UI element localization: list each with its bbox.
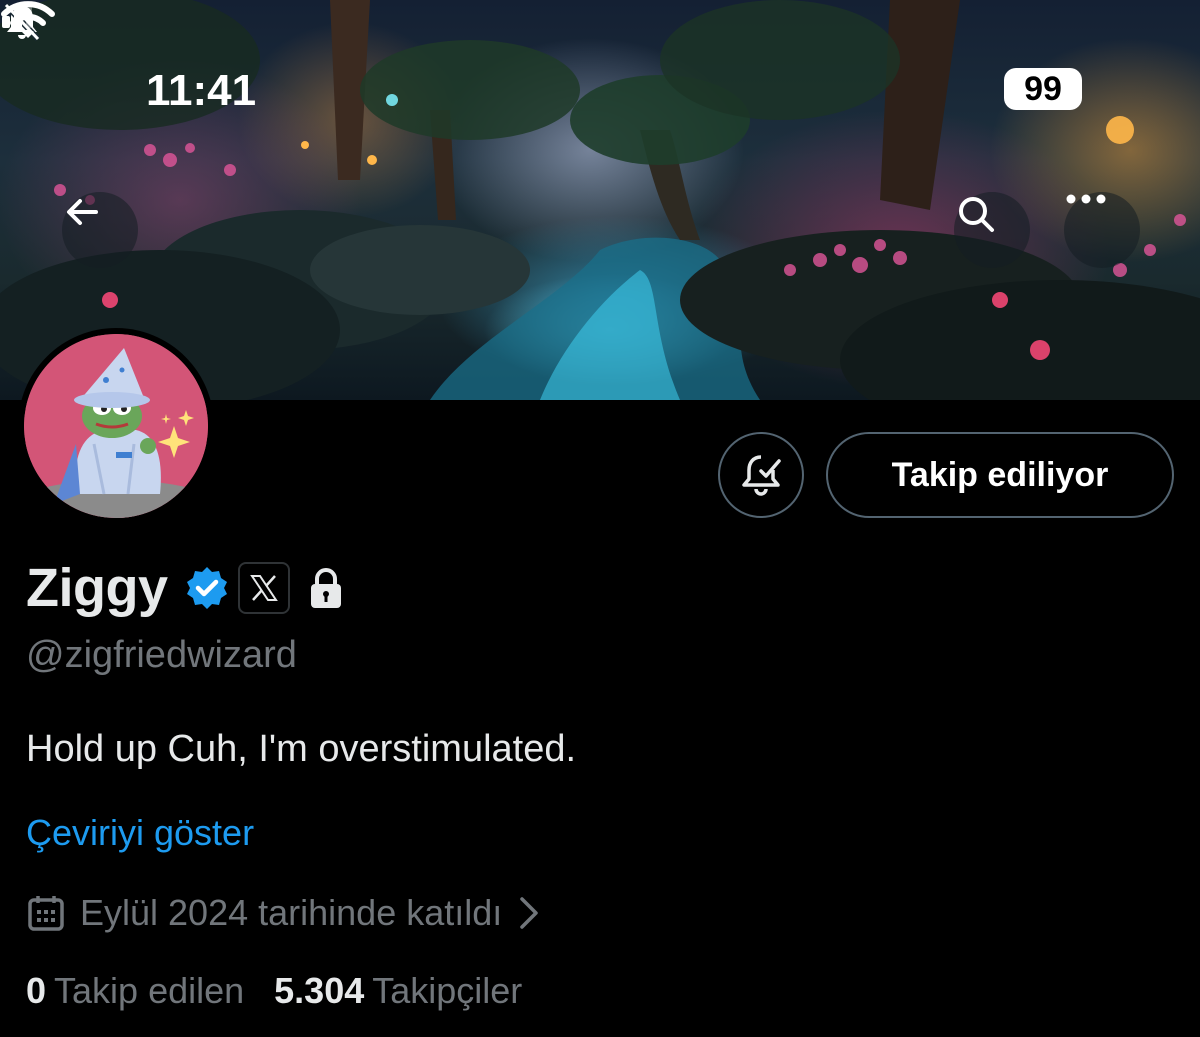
follow-stats: 0 Takip edilen 5.304 Takipçiler xyxy=(26,970,552,1012)
name-row: Ziggy xyxy=(26,556,346,620)
calendar-icon xyxy=(28,896,64,931)
wifi-icon xyxy=(1,1,55,38)
status-time: 11:41 xyxy=(146,66,257,115)
search-icon xyxy=(959,197,994,232)
username-handle: @zigfriedwizard xyxy=(26,634,297,676)
notifications-toggle-button[interactable] xyxy=(718,432,804,518)
profile-banner[interactable]: 11:41 99 xyxy=(0,0,1200,400)
display-name: Ziggy xyxy=(26,558,168,618)
chevron-right-icon xyxy=(520,897,539,929)
back-button[interactable] xyxy=(62,192,138,268)
battery-indicator: 99 xyxy=(1004,68,1082,110)
verified-badge-icon[interactable] xyxy=(184,565,230,611)
back-arrow-icon xyxy=(67,199,98,225)
followers-count: 5.304 xyxy=(274,970,365,1011)
avatar[interactable] xyxy=(18,328,214,524)
x-logo-icon xyxy=(249,575,278,601)
bio-text: Hold up Cuh, I'm overstimulated. xyxy=(26,728,577,770)
more-options-button[interactable] xyxy=(1064,192,1140,268)
more-icon xyxy=(1066,194,1106,204)
following-label: Takip edilen xyxy=(54,970,245,1011)
wizard-frog-avatar-image xyxy=(24,334,208,518)
join-date-text: Eylül 2024 tarihinde katıldı xyxy=(80,892,503,933)
lock-icon xyxy=(310,568,341,608)
banner-landscape-art xyxy=(0,0,1200,400)
following-stat[interactable]: 0 Takip edilen xyxy=(26,970,244,1012)
search-button[interactable] xyxy=(954,192,1030,268)
bell-check-icon xyxy=(742,455,781,496)
join-date-row[interactable]: Eylül 2024 tarihinde katıldı xyxy=(26,890,542,936)
followers-label: Takipçiler xyxy=(372,970,523,1011)
following-button[interactable]: Takip ediliyor xyxy=(826,432,1174,518)
following-count: 0 xyxy=(26,970,47,1011)
followers-stat[interactable]: 5.304 Takipçiler xyxy=(274,970,522,1012)
show-translation-link[interactable]: Çeviriyi göster xyxy=(26,812,254,854)
x-affiliate-badge[interactable] xyxy=(237,562,290,614)
